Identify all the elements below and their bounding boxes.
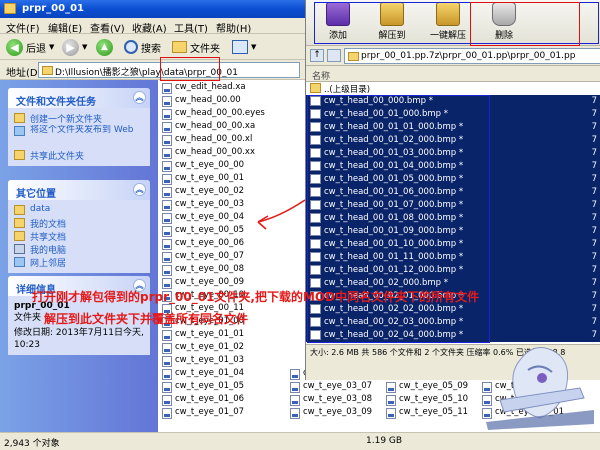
mascot-watermark xyxy=(486,347,594,430)
instruction-line-1: 打开刚才解包得到的prpr_00_01文件夹,把下载的MOD中同名文件夹下的所有… xyxy=(32,290,480,304)
instruction-line-2: 解压到此文件夹下并覆盖所有同名文件 xyxy=(44,312,249,326)
